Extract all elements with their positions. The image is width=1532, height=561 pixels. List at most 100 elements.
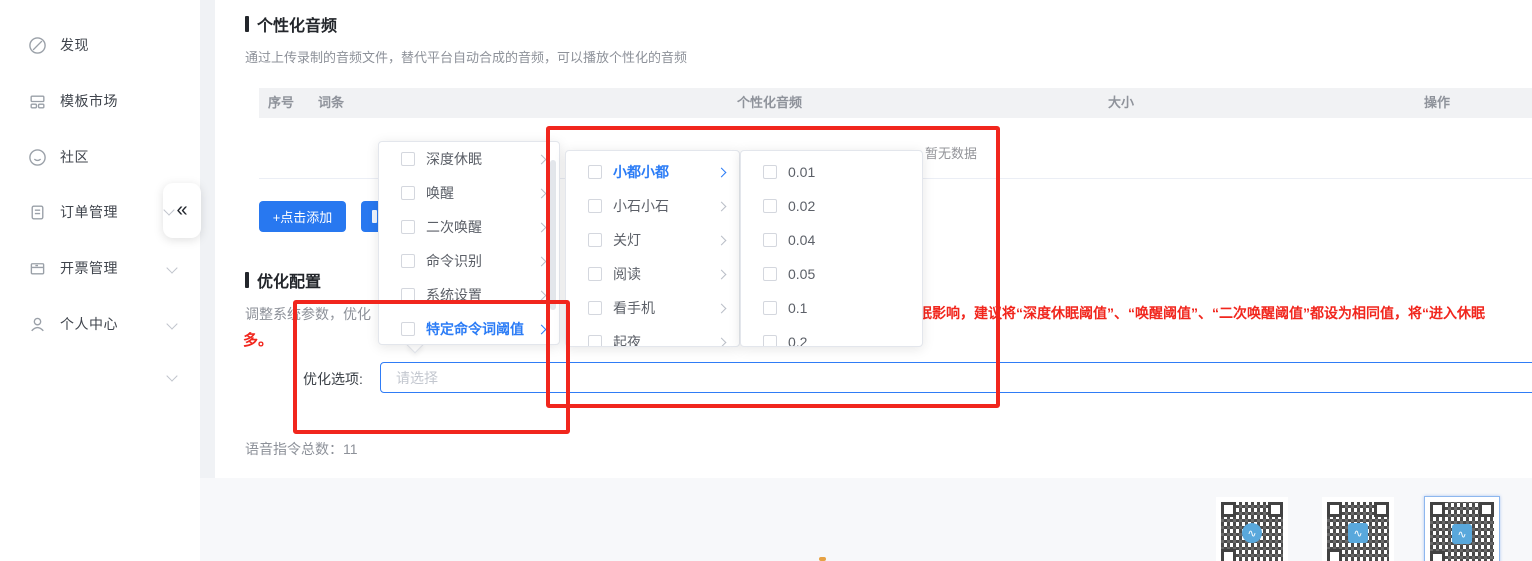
qr-code-1: ∿ xyxy=(1216,497,1288,561)
menu-item-deep-sleep[interactable]: 深度休眠 xyxy=(379,142,559,176)
checkbox[interactable] xyxy=(588,267,602,281)
collapse-glyph: « xyxy=(176,199,188,221)
checkbox[interactable] xyxy=(763,233,777,247)
chevron-right-icon xyxy=(536,154,547,164)
sidebar-item-template-market[interactable]: 模板市场 xyxy=(0,85,200,117)
sidebar-item-discover[interactable]: 发现 xyxy=(0,29,200,61)
menu-item-phone[interactable]: 看手机 xyxy=(566,291,739,325)
template-icon xyxy=(28,92,47,111)
checkbox[interactable] xyxy=(588,233,602,247)
chevron-right-icon xyxy=(716,269,727,279)
chevron-down-icon xyxy=(166,318,178,330)
chevron-right-icon xyxy=(716,235,727,245)
menu-item-label: 小都小都 xyxy=(613,164,669,180)
menu-item-label: 二次唤醒 xyxy=(426,219,482,235)
checkbox[interactable] xyxy=(763,165,777,179)
qr-center-logo-icon: ∿ xyxy=(1348,523,1368,543)
optimize-option-select[interactable]: 请选择 xyxy=(380,362,1532,393)
menu-item-label: 0.1 xyxy=(788,300,808,316)
qr-finder-icon xyxy=(1221,549,1236,561)
checkbox[interactable] xyxy=(401,152,415,166)
checkbox[interactable] xyxy=(763,301,777,315)
optimize-warning-text: 眠影响，建议将“深度休眠阈值”、“唤醒阈值”、“二次唤醒阈值”都设为相同值，将“… xyxy=(918,305,1485,321)
menu-item-specific-command-threshold[interactable]: 特定命令词阈值 xyxy=(379,312,559,346)
user-icon xyxy=(28,315,47,334)
sidebar-item-label: 模板市场 xyxy=(60,93,118,109)
qr-finder-icon xyxy=(1374,502,1389,517)
checkbox[interactable] xyxy=(588,199,602,213)
menu-item-label: 0.05 xyxy=(788,266,816,282)
audio-section-title-text: 个性化音频 xyxy=(257,18,338,35)
menu-item-label: 关灯 xyxy=(613,232,641,248)
qr-code-3-selected: ∿ xyxy=(1424,496,1500,561)
menu-item-command-recognition[interactable]: 命令识别 xyxy=(379,244,559,278)
cascader-level1-panel: 深度休眠 唤醒 二次唤醒 命令识别 系统设置 特定命令词阈值 xyxy=(378,141,560,345)
chevron-right-icon xyxy=(716,167,727,177)
menu-item-lights-off[interactable]: 关灯 xyxy=(566,223,739,257)
chevron-right-icon xyxy=(536,290,547,300)
menu-item-label: 0.2 xyxy=(788,334,808,347)
checkbox[interactable] xyxy=(763,267,777,281)
menu-item-wake[interactable]: 唤醒 xyxy=(379,176,559,210)
sidebar-item-personal-center[interactable]: 个人中心 xyxy=(0,308,200,340)
community-smiley-icon xyxy=(28,148,47,167)
menu-item-threshold-001[interactable]: 0.01 xyxy=(741,155,922,189)
checkbox[interactable] xyxy=(401,220,415,234)
menu-item-label: 起夜 xyxy=(613,334,641,347)
cascader-level2-panel: 小都小都 小石小石 关灯 阅读 看手机 起夜 xyxy=(565,150,740,347)
invoice-box-icon xyxy=(28,259,47,278)
sidebar-item-community[interactable]: 社区 xyxy=(0,141,200,173)
menu-item-label: 命令识别 xyxy=(426,253,482,269)
menu-item-second-wake[interactable]: 二次唤醒 xyxy=(379,210,559,244)
menu-item-label: 0.01 xyxy=(788,164,816,180)
menu-item-threshold-02[interactable]: 0.2 xyxy=(741,325,922,347)
qr-pattern: ∿ xyxy=(1327,502,1389,561)
audio-section-description: 通过上传录制的音频文件，替代平台自动合成的音频，可以播放个性化的音频 xyxy=(245,50,688,65)
optimize-warning-text-line2: 多。 xyxy=(243,332,274,349)
sidebar-item-label: 社区 xyxy=(60,149,89,165)
sidebar-item-invoice-management[interactable]: 开票管理 xyxy=(0,252,200,284)
checkbox[interactable] xyxy=(588,301,602,315)
footer-logo-fragment xyxy=(819,557,826,561)
menu-item-system-settings[interactable]: 系统设置 xyxy=(379,278,559,312)
chevron-down-icon xyxy=(166,262,178,274)
qr-code-2: ∿ xyxy=(1322,497,1394,561)
column-header-action: 操作 xyxy=(1424,95,1451,110)
compass-icon xyxy=(28,36,47,55)
checkbox[interactable] xyxy=(763,199,777,213)
menu-item-xiaodu-xiaodu[interactable]: 小都小都 xyxy=(566,155,739,189)
menu-item-label: 系统设置 xyxy=(426,287,482,303)
column-header-index: 序号 xyxy=(268,95,295,110)
menu-item-night-rise[interactable]: 起夜 xyxy=(566,325,739,347)
checkbox[interactable] xyxy=(763,335,777,346)
sidebar-gap-strip xyxy=(200,0,215,478)
checkbox[interactable] xyxy=(401,288,415,302)
menu-item-reading[interactable]: 阅读 xyxy=(566,257,739,291)
checkbox[interactable] xyxy=(401,254,415,268)
chevron-right-icon xyxy=(536,222,547,232)
select-placeholder: 请选择 xyxy=(396,369,438,386)
qr-pattern: ∿ xyxy=(1430,502,1494,561)
menu-item-threshold-005[interactable]: 0.05 xyxy=(741,257,922,291)
qr-center-logo-icon: ∿ xyxy=(1452,524,1472,544)
column-header-term: 词条 xyxy=(318,95,345,110)
menu-item-threshold-002[interactable]: 0.02 xyxy=(741,189,922,223)
checkbox[interactable] xyxy=(588,165,602,179)
checkbox[interactable] xyxy=(401,186,415,200)
optimize-description-prefix: 调整系统参数，优化 xyxy=(245,306,371,322)
menu-item-xiaoshi-xiaoshi[interactable]: 小石小石 xyxy=(566,189,739,223)
sidebar-item-label: 订单管理 xyxy=(60,204,118,220)
menu-item-threshold-004[interactable]: 0.04 xyxy=(741,223,922,257)
qr-finder-icon xyxy=(1430,551,1445,561)
add-entry-button[interactable]: +点击添加 xyxy=(259,201,346,232)
menu-item-threshold-01[interactable]: 0.1 xyxy=(741,291,922,325)
qr-finder-icon xyxy=(1268,502,1283,517)
qr-pattern: ∿ xyxy=(1221,502,1283,561)
chevron-right-icon xyxy=(536,188,547,198)
menu-item-label: 深度休眠 xyxy=(426,151,482,167)
qr-finder-icon xyxy=(1479,502,1494,517)
panel-scrollbar[interactable] xyxy=(550,160,556,310)
checkbox[interactable] xyxy=(401,322,415,336)
voice-command-total: 语音指令总数：11 xyxy=(245,441,358,457)
checkbox[interactable] xyxy=(588,335,602,346)
